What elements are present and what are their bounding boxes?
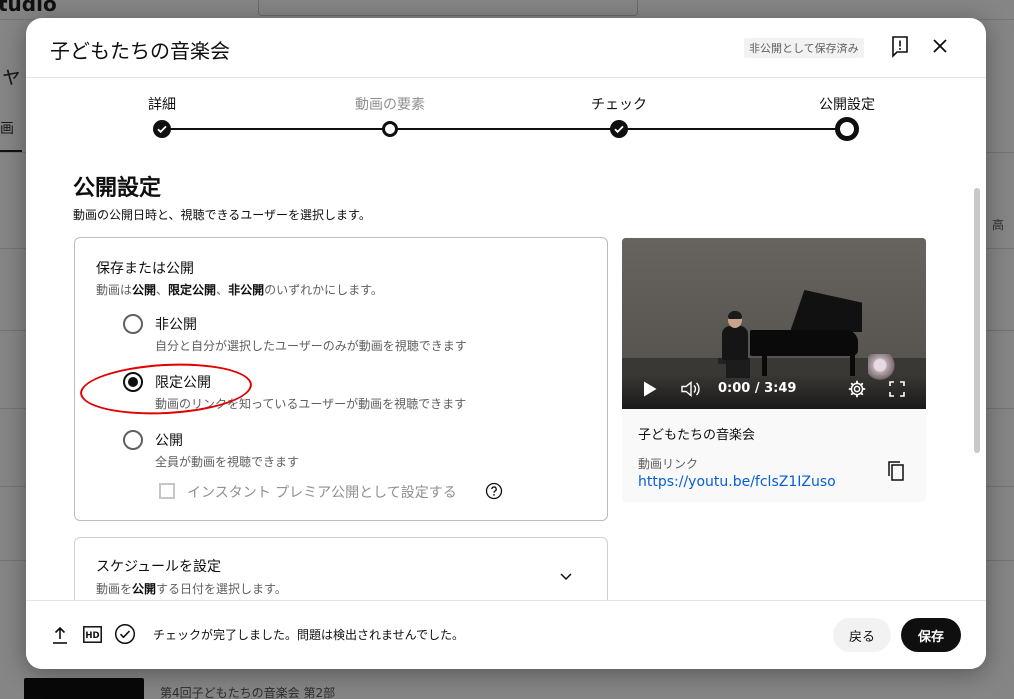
step-visibility[interactable]: 公開設定 — [777, 78, 917, 141]
step-current-dot-icon — [835, 117, 859, 141]
chevron-down-icon[interactable] — [556, 566, 576, 586]
piano-leg — [762, 354, 767, 376]
radio-button[interactable] — [123, 314, 143, 334]
panel-heading: 保存または公開 — [96, 261, 194, 277]
radio-label: 公開 — [155, 433, 183, 449]
radio-button[interactable] — [123, 430, 143, 450]
save-status-badge: 非公開として保存済み — [744, 38, 864, 58]
piano-leg — [850, 354, 855, 376]
save-button[interactable]: 保存 — [901, 618, 961, 652]
video-time: 0:00 / 3:49 — [718, 381, 797, 396]
section-title: 公開設定 — [73, 176, 162, 201]
panel-subtitle-text: 動画は — [96, 283, 133, 297]
content-scrollbar[interactable] — [974, 178, 980, 598]
video-preview-card: 0:00 / 3:49 子どもたちの音楽会 動画リンク https://yout… — [622, 238, 926, 502]
step-video-elements[interactable]: 動画の要素 — [320, 78, 460, 137]
video-player[interactable]: 0:00 / 3:49 — [622, 238, 926, 409]
schedule-panel[interactable]: スケジュールを設定 動画を公開する日付を選択します。 — [74, 537, 608, 600]
dialog-content: 公開設定 動画の公開日時と、視聴できるユーザーを選択します。 保存または公開 動… — [26, 148, 986, 600]
visibility-dialog: 子どもたちの音楽会 非公開として保存済み 詳細 動画の要素 チェック 公開設定 … — [26, 18, 986, 669]
step-label: 公開設定 — [819, 97, 875, 113]
step-details[interactable]: 詳細 — [92, 78, 232, 138]
volume-icon[interactable] — [680, 380, 702, 398]
radio-label: 限定公開 — [155, 375, 211, 391]
panel-subtitle-bold: 公開 — [132, 283, 157, 297]
radio-label: 非公開 — [155, 317, 197, 333]
hd-icon: HD — [83, 626, 102, 643]
upload-stepper: 詳細 動画の要素 チェック 公開設定 — [26, 78, 986, 148]
stepper-line — [162, 128, 847, 130]
dialog-title: 子どもたちの音楽会 — [50, 39, 230, 63]
premiere-checkbox[interactable] — [159, 483, 175, 499]
video-link[interactable]: https://youtu.be/fclsZ1IZuso — [638, 474, 836, 490]
dialog-header: 子どもたちの音楽会 非公開として保存済み — [26, 18, 986, 78]
check-circle-icon — [114, 623, 136, 645]
preview-video-title: 子どもたちの音楽会 — [638, 428, 756, 443]
play-icon[interactable] — [642, 380, 658, 398]
feedback-alert-icon[interactable] — [888, 34, 912, 58]
close-icon[interactable] — [928, 34, 952, 58]
schedule-desc-text: する日付を選択します。 — [156, 582, 287, 596]
step-label: チェック — [591, 97, 647, 113]
pianist-hair — [728, 311, 742, 319]
checks-status-text: チェックが完了しました。問題は検出されませんでした。 — [153, 628, 465, 642]
svg-text:HD: HD — [85, 631, 99, 641]
schedule-title: スケジュールを設定 — [96, 559, 222, 575]
help-icon[interactable] — [485, 482, 503, 500]
step-done-check-icon — [153, 120, 171, 138]
radio-button-checked[interactable] — [123, 372, 143, 392]
step-label: 詳細 — [148, 97, 176, 113]
schedule-description: 動画を公開する日付を選択します。 — [96, 580, 287, 597]
panel-subtitle-bold: 限定公開 — [168, 283, 217, 297]
upload-icon — [51, 625, 69, 645]
panel-subtitle-text: 、 — [216, 283, 229, 297]
save-or-publish-panel: 保存または公開 動画は公開、限定公開、非公開のいずれかにします。 非公開 自分と… — [74, 237, 608, 521]
panel-subtitle-text: 、 — [156, 283, 169, 297]
panel-subtitle-text: のいずれかにします。 — [264, 283, 383, 297]
section-description: 動画の公開日時と、視聴できるユーザーを選択します。 — [73, 208, 371, 222]
settings-gear-icon[interactable] — [847, 379, 867, 399]
fullscreen-icon[interactable] — [888, 380, 906, 398]
step-label: 動画の要素 — [355, 97, 425, 113]
pianist-body — [722, 326, 748, 360]
scrollbar-thumb[interactable] — [974, 188, 980, 453]
dialog-footer: HD チェックが完了しました。問題は検出されませんでした。 戻る 保存 — [26, 600, 986, 669]
schedule-desc-text: 動画を — [96, 582, 133, 596]
step-done-check-icon — [610, 120, 628, 138]
panel-subtitle-bold: 非公開 — [228, 283, 265, 297]
step-pending-dot-icon — [382, 121, 398, 137]
premiere-label: インスタント プレミア公開として設定する — [187, 485, 457, 501]
video-link-label: 動画リンク — [638, 457, 699, 471]
radio-description: 自分と自分が選択したユーザーのみが動画を視聴できます — [155, 339, 467, 353]
panel-subtitle: 動画は公開、限定公開、非公開のいずれかにします。 — [96, 281, 383, 298]
copy-icon[interactable] — [886, 460, 906, 482]
schedule-desc-bold: 公開 — [132, 582, 157, 596]
back-button[interactable]: 戻る — [833, 618, 891, 652]
piano-body — [750, 330, 858, 356]
radio-description: 全員が動画を視聴できます — [155, 455, 300, 469]
radio-description: 動画のリンクを知っているユーザーが動画を視聴できます — [155, 397, 467, 411]
step-checks[interactable]: チェック — [549, 78, 689, 138]
